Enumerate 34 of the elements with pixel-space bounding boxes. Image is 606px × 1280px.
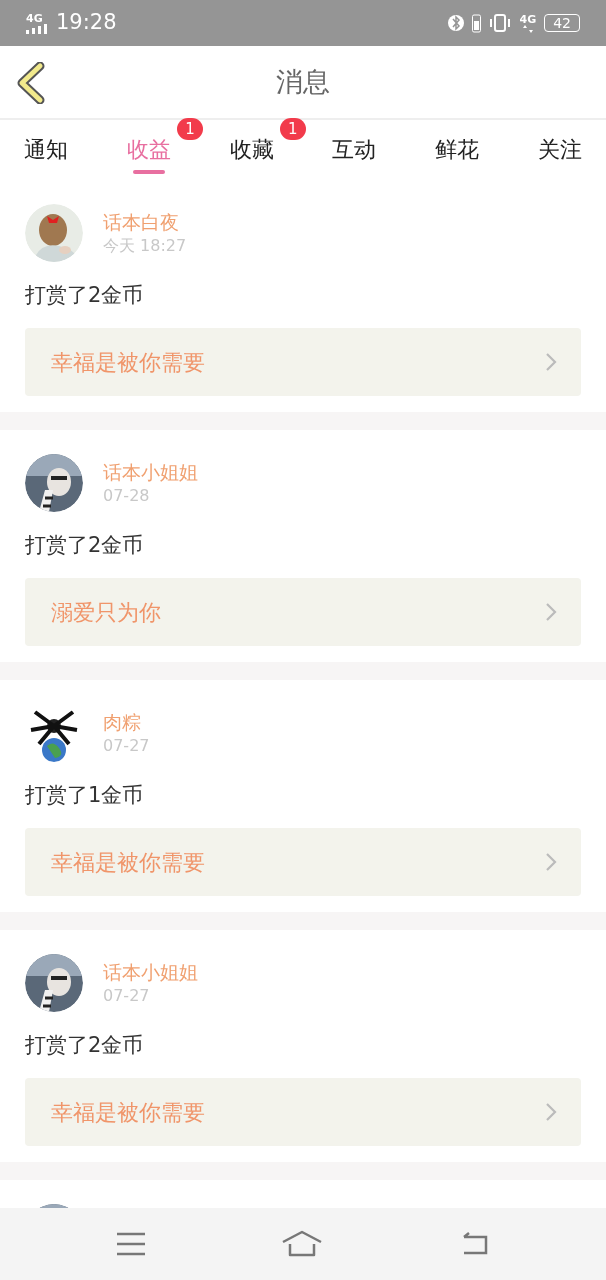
work-link[interactable]: 幸福是被你需要 bbox=[25, 328, 581, 396]
user-name[interactable]: 话本小姐姐 bbox=[103, 459, 198, 485]
count-badge: 1 bbox=[177, 117, 203, 140]
user-name[interactable]: 话本小姐姐 bbox=[103, 959, 198, 985]
user-name[interactable]: 话本白夜 bbox=[103, 209, 187, 235]
tab[interactable]: 鲜花 bbox=[433, 124, 482, 176]
tab[interactable]: 互动 bbox=[330, 124, 379, 176]
chevron-right-icon bbox=[545, 352, 557, 372]
network-label: 4G bbox=[26, 12, 43, 24]
work-link[interactable]: 幸福是被你需要 bbox=[25, 828, 581, 896]
message-text: 打赏了2金币 bbox=[25, 532, 145, 559]
battery-icon bbox=[472, 13, 482, 33]
vibrate-icon bbox=[489, 13, 512, 33]
work-link[interactable]: 溺爱只为你 bbox=[25, 578, 581, 646]
bluetooth-icon bbox=[448, 13, 465, 33]
message-text: 打赏了2金币 bbox=[25, 1032, 145, 1059]
message-text: 打赏了1金币 bbox=[25, 782, 145, 809]
message-text: 打赏了2金币 bbox=[25, 282, 145, 309]
chevron-right-icon bbox=[545, 852, 557, 872]
work-link[interactable]: 幸福是被你需要 bbox=[25, 1078, 581, 1146]
clock: 19:28 bbox=[56, 9, 117, 37]
tab[interactable]: 关注 bbox=[536, 124, 584, 176]
signal-icon bbox=[26, 23, 48, 34]
home-icon bbox=[282, 1230, 322, 1258]
data-network-label: 4G bbox=[519, 13, 537, 25]
battery-indicator: 42 bbox=[544, 14, 580, 32]
menu-icon bbox=[116, 1232, 146, 1257]
count-badge: 1 bbox=[280, 117, 306, 140]
user-name[interactable]: 肉粽 bbox=[103, 709, 150, 735]
data-arrows-icon bbox=[521, 24, 534, 33]
page-title: 消息 bbox=[276, 64, 330, 99]
chevron-right-icon bbox=[545, 1102, 557, 1122]
chevron-right-icon bbox=[545, 602, 557, 622]
tab[interactable]: 通知 bbox=[22, 124, 70, 176]
